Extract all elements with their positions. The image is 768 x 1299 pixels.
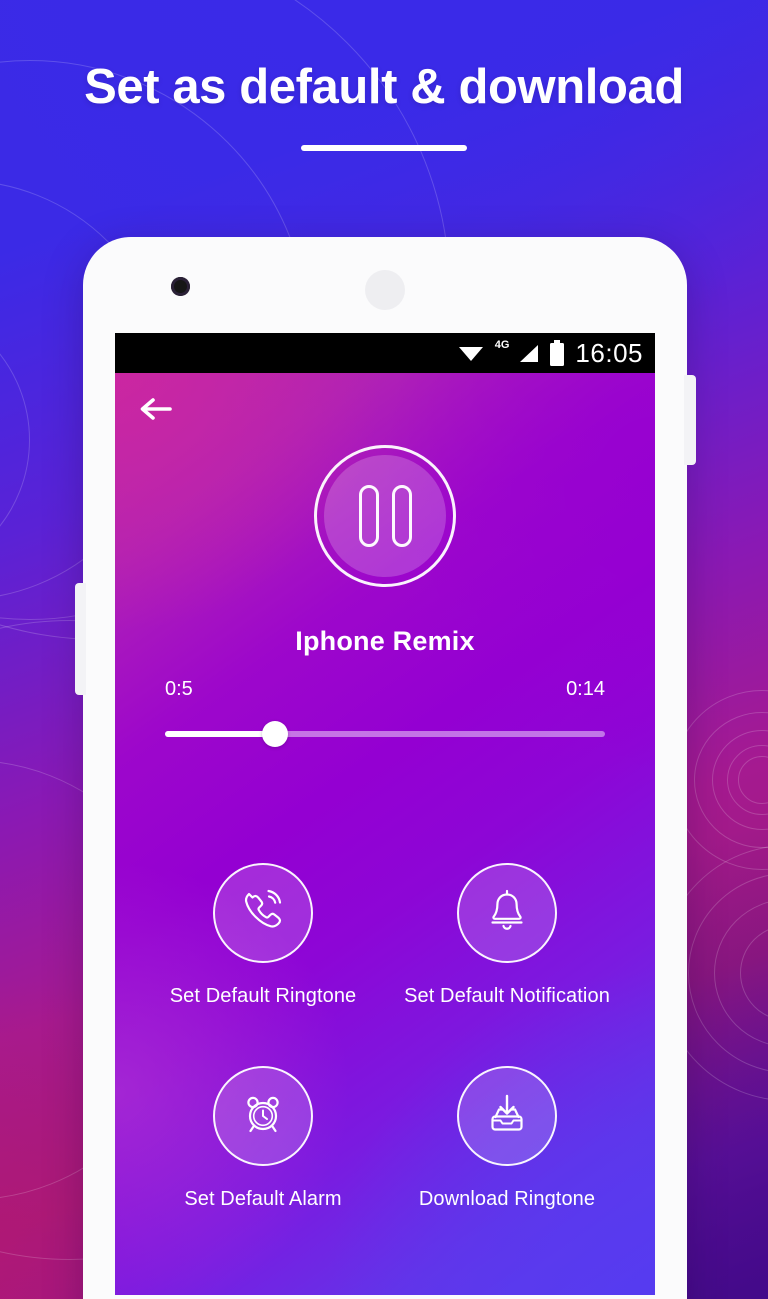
decorative-ring bbox=[712, 730, 768, 830]
app-screen: Iphone Remix 0:5 0:14 Set Default Ringto… bbox=[115, 373, 655, 1295]
phone-volume-button bbox=[75, 583, 86, 695]
action-label: Set Default Notification bbox=[404, 985, 610, 1007]
action-grid: Set Default Ringtone Set Default Notific… bbox=[115, 863, 655, 1211]
decorative-ring bbox=[740, 925, 768, 1021]
status-bar: 4G 16:05 bbox=[115, 333, 655, 373]
action-set-default-notification[interactable]: Set Default Notification bbox=[385, 863, 629, 1008]
heading-block: Set as default & download bbox=[0, 58, 768, 151]
time-row: 0:5 0:14 bbox=[165, 678, 605, 701]
current-time-label: 0:5 bbox=[165, 678, 193, 700]
wifi-icon bbox=[457, 342, 485, 364]
back-button[interactable] bbox=[133, 387, 181, 435]
title-underline bbox=[301, 144, 467, 151]
action-circle bbox=[213, 1066, 313, 1166]
phone-ringing-icon bbox=[239, 887, 287, 940]
decorative-ring bbox=[738, 756, 768, 804]
decorative-ring bbox=[0, 300, 30, 580]
decorative-ring bbox=[688, 873, 768, 1073]
bell-icon bbox=[484, 888, 530, 939]
action-circle bbox=[213, 863, 313, 963]
battery-icon bbox=[549, 340, 565, 366]
signal-4g-icon bbox=[517, 342, 539, 364]
action-download-ringtone[interactable]: Download Ringtone bbox=[385, 1066, 629, 1211]
decorative-ring bbox=[694, 712, 768, 848]
play-pause-button[interactable] bbox=[314, 445, 456, 587]
device-screen: 4G 16:05 Iphone Remix 0:5 0:14 Set Defau… bbox=[115, 333, 655, 1295]
action-set-default-ringtone[interactable]: Set Default Ringtone bbox=[141, 863, 385, 1008]
decorative-ring bbox=[727, 745, 768, 815]
pause-bar-right bbox=[391, 485, 412, 547]
pause-bar-left bbox=[358, 485, 379, 547]
total-time-label: 0:14 bbox=[566, 678, 605, 700]
seek-slider[interactable] bbox=[165, 721, 605, 747]
track-title: Iphone Remix bbox=[295, 626, 475, 656]
action-label: Set Default Alarm bbox=[184, 1188, 342, 1210]
page-title: Set as default & download bbox=[84, 60, 684, 114]
back-arrow-icon bbox=[139, 395, 175, 428]
action-circle bbox=[457, 1066, 557, 1166]
promo-page: Set as default & download 4G 16:05 Iphon… bbox=[0, 0, 768, 1299]
phone-power-button bbox=[684, 375, 696, 465]
network-type-label: 4G bbox=[494, 339, 510, 351]
download-tray-icon bbox=[483, 1090, 531, 1143]
action-label: Set Default Ringtone bbox=[169, 985, 357, 1007]
seek-thumb[interactable] bbox=[262, 721, 288, 747]
phone-mockup: 4G 16:05 Iphone Remix 0:5 0:14 Set Defau… bbox=[75, 237, 696, 1299]
front-camera-icon bbox=[171, 277, 190, 296]
decorative-ring bbox=[714, 899, 768, 1047]
alarm-clock-icon bbox=[239, 1090, 287, 1143]
status-clock: 16:05 bbox=[575, 338, 643, 368]
action-label: Download Ringtone bbox=[418, 1188, 596, 1210]
action-circle bbox=[457, 863, 557, 963]
action-set-default-alarm[interactable]: Set Default Alarm bbox=[141, 1066, 385, 1211]
earpiece-speaker bbox=[365, 270, 405, 310]
seek-progress bbox=[165, 731, 275, 737]
pause-icon bbox=[324, 455, 446, 577]
